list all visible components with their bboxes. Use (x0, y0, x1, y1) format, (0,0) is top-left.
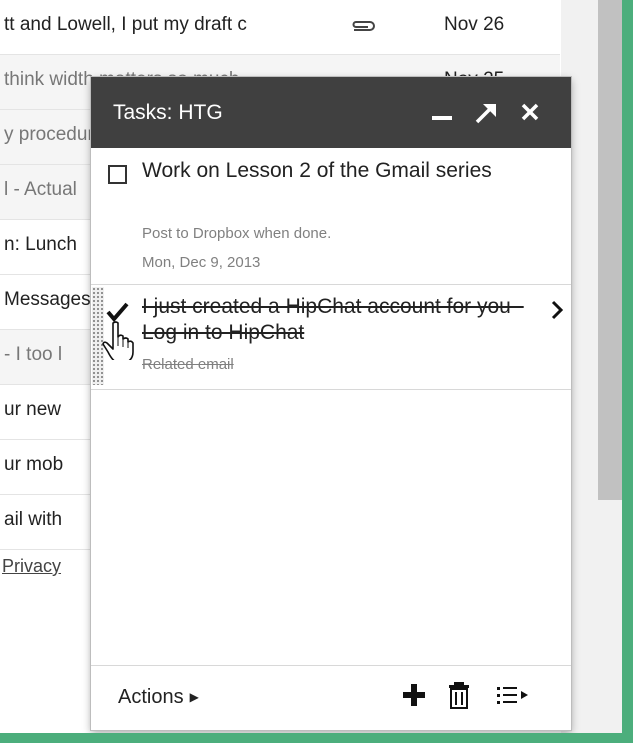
email-snippet: n: Lunch (4, 234, 77, 255)
minimize-button[interactable] (428, 95, 458, 129)
task-details-arrow-icon[interactable] (550, 299, 564, 321)
email-snippet: ur mob (4, 454, 64, 475)
task-title[interactable]: Work on Lesson 2 of the Gmail series (142, 158, 557, 184)
email-snippet: y procedure (4, 124, 105, 145)
tasks-footer: Actions ▶ (91, 665, 571, 730)
task-title[interactable]: I just created a HipChat account for you… (142, 294, 557, 346)
gmail-window: tt and Lowell, I put my draft c Nov 26 thi… (0, 0, 622, 733)
add-task-icon[interactable] (400, 680, 428, 710)
switch-list-icon[interactable] (493, 680, 533, 710)
email-snippet: tt and Lowell, I put my draft c (4, 14, 247, 35)
email-snippet: l - Actual (4, 179, 77, 200)
hand-cursor-icon (102, 321, 134, 360)
actions-menu-button[interactable]: Actions ▶ (118, 686, 199, 709)
popout-icon (475, 104, 496, 124)
tasks-title: Tasks: HTG (113, 101, 223, 124)
task-due-date: Mon, Dec 9, 2013 (142, 254, 261, 271)
tasks-header: Tasks: HTG (91, 77, 571, 148)
privacy-link[interactable]: Privacy (2, 556, 61, 577)
popout-button[interactable] (471, 95, 501, 129)
task-checkbox[interactable] (108, 165, 127, 184)
delete-icon[interactable] (445, 680, 473, 710)
close-button[interactable] (517, 95, 547, 129)
email-snippet: Messages (4, 289, 91, 310)
triangle-right-icon: ▶ (189, 690, 199, 704)
task-item-completed[interactable]: I just created a HipChat account for you… (91, 285, 571, 390)
related-email-link[interactable]: Related email (142, 356, 234, 373)
email-date: Nov 26 (444, 14, 505, 35)
email-row[interactable]: tt and Lowell, I put my draft c Nov 26 (0, 0, 560, 55)
task-item[interactable]: Work on Lesson 2 of the Gmail series Pos… (91, 148, 571, 285)
email-snippet: ail with (4, 509, 63, 530)
minimize-icon (432, 116, 452, 120)
task-note: Post to Dropbox when done. (142, 225, 332, 242)
close-icon (521, 103, 539, 121)
attachment-icon (352, 21, 375, 31)
email-snippet: ur new (4, 399, 62, 420)
email-snippet: - I too l (4, 344, 63, 365)
actions-label: Actions (118, 686, 184, 708)
scrollbar-thumb[interactable] (598, 0, 622, 500)
tasks-panel: Tasks: HTG Work on Lesson 2 of the Gmail… (91, 77, 571, 730)
